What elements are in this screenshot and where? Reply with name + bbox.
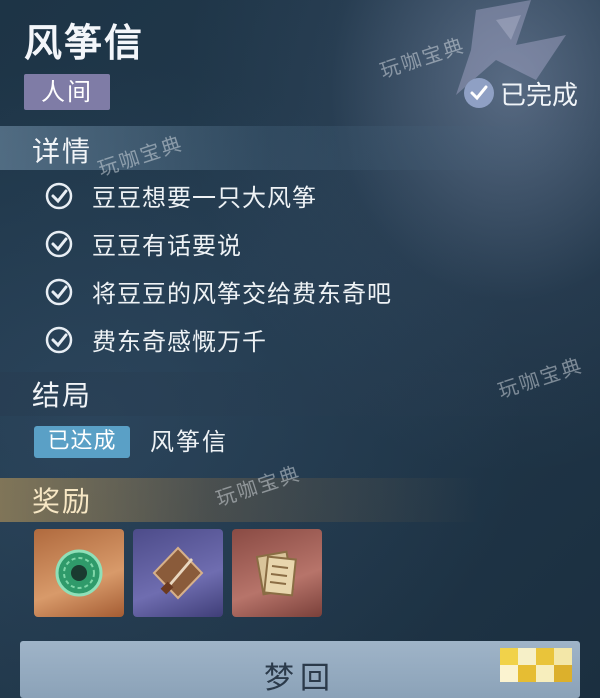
detail-text: 将豆豆的风筝交给费东奇吧 xyxy=(92,280,392,308)
detail-item: 将豆豆的风筝交给费东奇吧 xyxy=(44,274,392,309)
check-circle-icon xyxy=(45,326,73,353)
check-circle-icon xyxy=(45,278,73,305)
rewards-section-title: 奖励 xyxy=(32,485,93,518)
quest-status: 已完成 xyxy=(463,76,578,111)
status-label: 已完成 xyxy=(499,80,578,111)
detail-text: 费东奇感慨万千 xyxy=(92,328,267,356)
check-circle-icon xyxy=(45,230,73,257)
quest-category-tag: 人间 xyxy=(24,74,110,110)
detail-text: 豆豆想要一只大风筝 xyxy=(92,184,317,212)
dream-return-label: 梦回 xyxy=(264,661,336,696)
detail-item: 费东奇感慨万千 xyxy=(44,322,267,357)
dagger-icon xyxy=(152,546,204,600)
detail-item: 豆豆想要一只大风筝 xyxy=(44,178,317,213)
reward-slot[interactable] xyxy=(232,529,322,617)
completed-check-icon xyxy=(463,78,494,108)
reward-slot[interactable] xyxy=(34,529,124,617)
detail-item: 豆豆有话要说 xyxy=(44,226,242,261)
ending-name: 风筝信 xyxy=(150,428,228,456)
dream-return-button[interactable]: 梦回 xyxy=(20,641,580,698)
ending-achieved-badge: 已达成 xyxy=(34,426,130,458)
detail-text: 豆豆有话要说 xyxy=(92,232,242,260)
check-circle-icon xyxy=(45,182,73,209)
pixelated-overlay xyxy=(500,648,572,682)
ending-section-title: 结局 xyxy=(32,379,93,412)
details-section-title: 详情 xyxy=(32,135,93,168)
scroll-letter-icon xyxy=(255,550,297,597)
reward-slot[interactable] xyxy=(133,529,223,617)
jade-pendant-icon xyxy=(55,549,103,597)
quest-title: 风筝信 xyxy=(24,21,145,65)
